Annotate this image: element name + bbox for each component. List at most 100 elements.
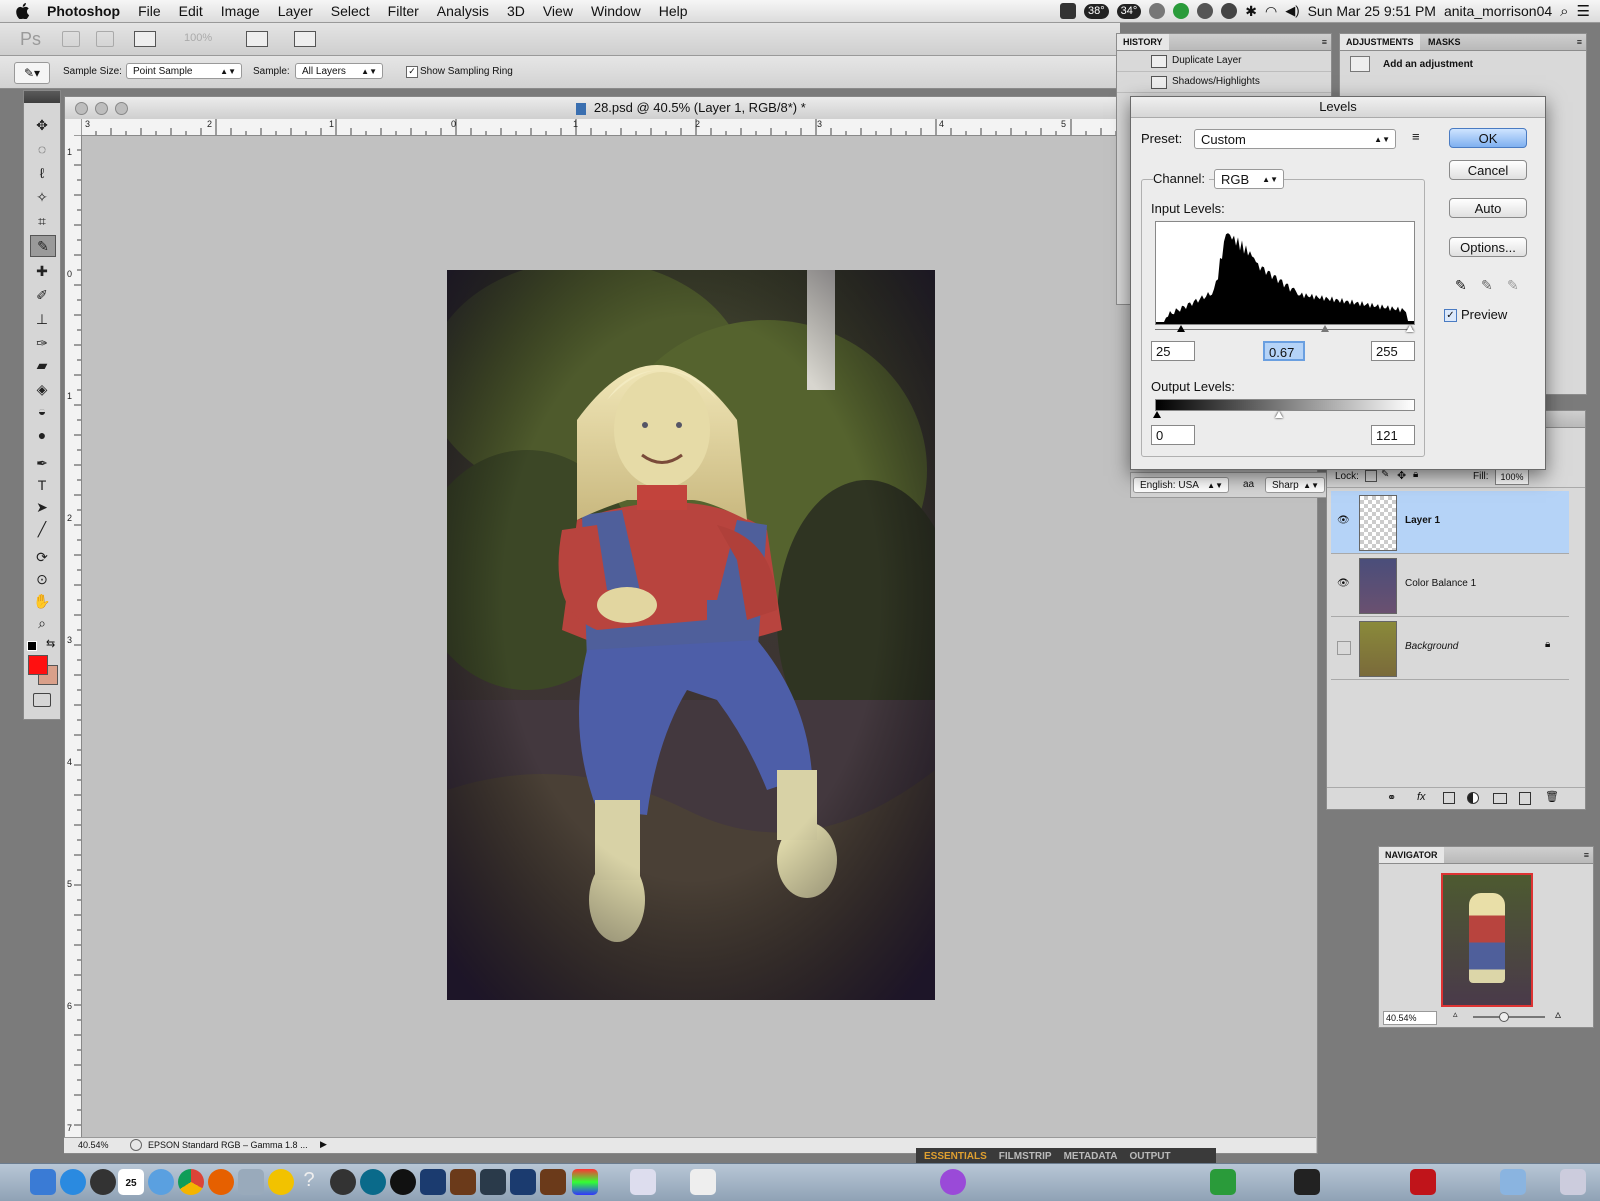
screen-mode-icon[interactable] — [294, 31, 316, 47]
cpu-monitor-icon[interactable] — [1060, 3, 1076, 19]
downloads-folder-icon[interactable] — [1500, 1169, 1526, 1195]
menu-file[interactable]: File — [129, 0, 170, 22]
spotlight-search-icon[interactable]: ⌕ — [1560, 3, 1568, 20]
dashboard-icon[interactable] — [90, 1169, 116, 1195]
safari-icon[interactable] — [148, 1169, 174, 1195]
wifi-icon[interactable]: ◠ — [1265, 3, 1277, 20]
zoom-level-field[interactable]: 100% — [184, 32, 212, 44]
tab-adjustments[interactable]: ADJUSTMENTS — [1340, 34, 1420, 50]
brush-tool-icon[interactable]: ✐ — [30, 285, 54, 305]
output-white-slider[interactable] — [1275, 411, 1283, 418]
menu-3d[interactable]: 3D — [498, 0, 534, 22]
menu-select[interactable]: Select — [322, 0, 379, 22]
bridge-2-icon[interactable] — [540, 1169, 566, 1195]
input-gamma-field[interactable]: 0.67 — [1263, 341, 1305, 361]
input-black-point-slider[interactable] — [1177, 325, 1185, 332]
new-adjustment-layer-icon[interactable] — [1467, 792, 1479, 804]
workspace-output[interactable]: OUTPUT — [1129, 1151, 1170, 1162]
dodge-tool-icon[interactable]: ● — [30, 425, 54, 445]
photoshop-2-icon[interactable] — [510, 1169, 536, 1195]
menu-layer[interactable]: Layer — [269, 0, 322, 22]
tab-navigator[interactable]: NAVIGATOR — [1379, 847, 1444, 863]
menu-help[interactable]: Help — [650, 0, 697, 22]
photoshop-active-icon[interactable] — [390, 1169, 416, 1195]
bridge-launch-icon[interactable] — [62, 31, 80, 47]
canvas-image[interactable] — [447, 270, 935, 1000]
temperature-1[interactable]: 38° — [1084, 3, 1109, 19]
preset-options-icon[interactable]: ≡ — [1412, 129, 1420, 144]
menu-window[interactable]: Window — [582, 0, 650, 22]
new-group-folder-icon[interactable] — [1493, 793, 1507, 804]
blur-tool-icon[interactable]: ◒ — [30, 401, 54, 421]
preset-select[interactable]: Custom ▲▼ — [1194, 129, 1396, 149]
temperature-2[interactable]: 34° — [1116, 3, 1142, 19]
link-layers-icon[interactable]: ⚭ — [1387, 791, 1396, 804]
output-black-slider[interactable] — [1153, 411, 1161, 418]
menu-image[interactable]: Image — [212, 0, 269, 22]
paint-bucket-tool-icon[interactable]: ◈ — [30, 379, 54, 399]
sync-icon[interactable] — [1197, 3, 1214, 19]
swap-colors-icon[interactable]: ⇆ — [46, 637, 55, 650]
adjustment-preset-icon[interactable] — [1350, 56, 1370, 72]
fill-field[interactable]: 100% — [1495, 469, 1529, 485]
volume-icon[interactable]: ◀) — [1285, 3, 1299, 19]
show-sampling-ring-checkbox[interactable]: ✓ — [406, 66, 418, 78]
auto-button[interactable]: Auto — [1449, 198, 1527, 218]
ruler-origin[interactable] — [65, 119, 82, 136]
apple-icon[interactable] — [12, 0, 34, 22]
dropbox-icon[interactable] — [1149, 3, 1166, 19]
black-point-eyedropper-icon[interactable]: ✎ — [1455, 277, 1467, 294]
status-profile[interactable]: EPSON Standard RGB – Gamma 1.8 ... — [148, 1140, 308, 1150]
white-point-eyedropper-icon[interactable]: ✎ — [1507, 277, 1519, 294]
language-select[interactable]: English: USA ▲▼ — [1133, 477, 1229, 493]
new-layer-icon[interactable] — [1519, 792, 1531, 805]
calendar-icon[interactable]: 25 — [118, 1169, 144, 1195]
type-tool-icon[interactable]: T — [30, 475, 54, 495]
history-brush-tool-icon[interactable]: ✑ — [30, 333, 54, 353]
view-extras-icon[interactable] — [134, 31, 156, 47]
minimize-window-icon[interactable] — [95, 102, 108, 115]
lightroom-icon[interactable] — [480, 1169, 506, 1195]
marquee-tool-icon[interactable]: ◌ — [30, 139, 54, 159]
preview-checkbox[interactable]: ✓ — [1444, 309, 1457, 322]
kindle-icon[interactable] — [1294, 1169, 1320, 1195]
navigator-zoom-slider-thumb[interactable] — [1499, 1012, 1509, 1022]
foreground-color-swatch[interactable] — [28, 655, 48, 675]
hand-tool-icon[interactable]: ✋ — [30, 591, 54, 611]
quick-selection-tool-icon[interactable]: ✧ — [30, 187, 54, 207]
zoom-in-mountain-icon[interactable]: ▵ — [1555, 1007, 1561, 1021]
evernote-dock-icon[interactable] — [1210, 1169, 1236, 1195]
workspace-metadata[interactable]: METADATA — [1064, 1151, 1118, 1162]
time-machine-icon[interactable] — [1221, 3, 1238, 19]
layer-row-background[interactable]: Background 🔒︎ — [1331, 617, 1569, 680]
photoshop-icon[interactable] — [420, 1169, 446, 1195]
menu-app-name[interactable]: Photoshop — [38, 0, 129, 22]
move-tool-icon[interactable]: ✥ — [30, 115, 54, 135]
options-button[interactable]: Options... — [1449, 237, 1527, 257]
output-white-field[interactable]: 121 — [1371, 425, 1415, 445]
history-item-shadows-highlights[interactable]: Shadows/Highlights — [1117, 72, 1331, 93]
anti-alias-select[interactable]: Sharp ▲▼ — [1265, 477, 1325, 493]
panel-menu-icon[interactable]: ≡ — [1322, 34, 1327, 50]
3d-orbit-tool-icon[interactable]: ⊙ — [30, 569, 54, 589]
ok-button[interactable]: OK — [1449, 128, 1527, 148]
zoom-window-icon[interactable] — [115, 102, 128, 115]
layer-row-color-balance-1[interactable]: 👁︎ Color Balance 1 — [1331, 554, 1569, 617]
line-tool-icon[interactable]: ╱ — [30, 519, 54, 539]
tab-masks[interactable]: MASKS — [1422, 34, 1467, 50]
panel-menu-icon[interactable]: ≡ — [1584, 847, 1589, 863]
gray-point-eyedropper-icon[interactable]: ✎ — [1481, 277, 1493, 294]
trash-icon[interactable] — [1560, 1169, 1586, 1195]
lock-pixels-icon[interactable]: ✎ — [1381, 469, 1389, 480]
finder-icon[interactable] — [30, 1169, 56, 1195]
image-capture-icon[interactable] — [690, 1169, 716, 1195]
add-mask-icon[interactable] — [1443, 792, 1455, 804]
lock-all-icon[interactable]: 🔒︎ — [1413, 469, 1418, 480]
status-menu-arrow-icon[interactable]: ▶ — [320, 1139, 327, 1150]
3d-rotate-tool-icon[interactable]: ⟳ — [30, 547, 54, 567]
input-black-field[interactable]: 25 — [1151, 341, 1195, 361]
eyedropper-tool-icon[interactable]: ✎ — [30, 235, 56, 257]
close-window-icon[interactable] — [75, 102, 88, 115]
layer-visibility-eye-icon[interactable]: 👁︎ — [1337, 515, 1351, 529]
bluetooth-icon[interactable]: ✱ — [1245, 3, 1257, 20]
